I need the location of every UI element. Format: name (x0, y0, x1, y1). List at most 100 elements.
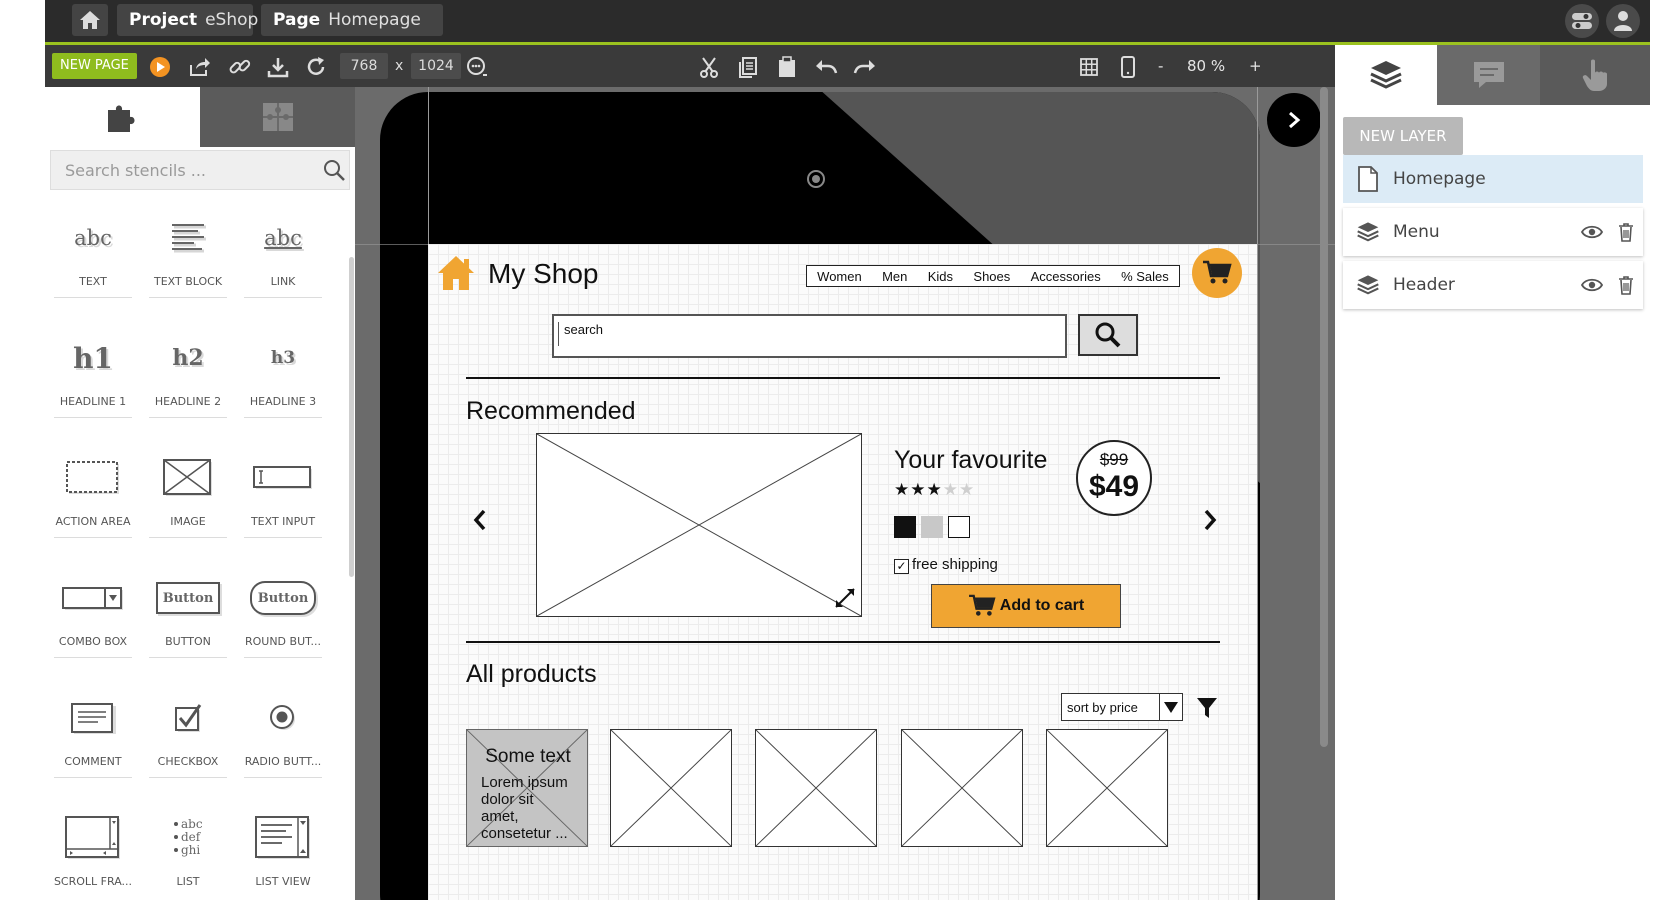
shop-search-button[interactable] (1078, 314, 1138, 356)
chevron-right-icon[interactable] (1202, 508, 1218, 532)
undo-button[interactable] (814, 55, 838, 79)
image-placeholder-lines (537, 434, 861, 616)
refresh-button[interactable] (304, 55, 328, 79)
stencil-round-button[interactable]: Button ROUND BUT... (240, 565, 326, 661)
tab-interactions[interactable] (1540, 45, 1650, 105)
nav-shoes[interactable]: Shoes (973, 269, 1010, 284)
stencil-divider (149, 537, 227, 538)
zoom-in-button[interactable]: + (1249, 53, 1262, 79)
product-card[interactable] (1046, 729, 1168, 847)
stencil-comment[interactable]: COMMENT (50, 685, 136, 781)
stencil-headline-1[interactable]: h1 HEADLINE 1 (50, 325, 136, 421)
nav-women[interactable]: Women (817, 269, 862, 284)
share-button[interactable] (188, 55, 212, 79)
new-layer-button[interactable]: NEW LAYER (1343, 117, 1463, 155)
layer-homepage[interactable]: Homepage (1343, 155, 1643, 203)
stencil-text[interactable]: abc TEXT (50, 205, 136, 301)
stencil-list-view[interactable]: LIST VIEW (240, 805, 326, 900)
comment-stencil-icon (71, 703, 116, 734)
shop-title: My Shop (488, 258, 599, 289)
paste-button[interactable] (775, 55, 799, 79)
nav-kids[interactable]: Kids (928, 269, 953, 284)
layer-header[interactable]: Header (1343, 261, 1643, 309)
download-button[interactable] (266, 55, 290, 79)
page-selector[interactable]: Page Homepage (261, 4, 443, 36)
project-name: eShop (205, 10, 259, 30)
product-card[interactable] (755, 729, 877, 847)
color-swatch-black[interactable] (894, 516, 916, 538)
canvas-scrollbar[interactable] (1320, 87, 1328, 747)
user-account-button[interactable] (1606, 4, 1640, 38)
height-input[interactable]: 1024 (411, 53, 461, 79)
redo-button[interactable] (853, 55, 877, 79)
stencil-search-input[interactable] (51, 159, 312, 181)
eye-icon[interactable] (1575, 225, 1609, 239)
filter-icon[interactable] (1196, 696, 1218, 720)
new-page-button[interactable]: NEW PAGE (52, 53, 137, 79)
cart-button[interactable] (1192, 248, 1242, 298)
product-rating: ★★★★★ (894, 480, 975, 500)
product-card[interactable] (901, 729, 1023, 847)
trash-icon[interactable] (1609, 275, 1643, 295)
toggle-icon (1572, 13, 1592, 29)
stencil-label: SCROLL FRA... (53, 875, 133, 888)
preview-button[interactable] (148, 55, 172, 79)
width-input[interactable]: 768 (340, 53, 388, 79)
sort-select-value: sort by price (1067, 700, 1138, 715)
tab-comments[interactable] (1437, 45, 1540, 105)
stencil-button[interactable]: Button BUTTON (145, 565, 231, 661)
device-orientation-button[interactable] (1116, 55, 1140, 79)
stencil-headline-3[interactable]: h3 HEADLINE 3 (240, 325, 326, 421)
top-bar: Project eShop Page Homepage (45, 0, 1650, 45)
eye-icon[interactable] (1575, 278, 1609, 292)
toggle-view-button[interactable] (1565, 4, 1599, 38)
stencil-text-block[interactable]: TEXT BLOCK (145, 205, 231, 301)
stencil-label: LIST VIEW (255, 875, 311, 888)
expand-icon[interactable] (833, 586, 857, 610)
zoom-out-button[interactable]: - (1158, 53, 1163, 79)
nav-men[interactable]: Men (882, 269, 907, 284)
stencil-label: TEXT (79, 275, 107, 288)
chevron-left-icon[interactable] (472, 508, 488, 532)
tab-stencils[interactable] (45, 87, 200, 147)
color-swatch-grey[interactable] (921, 516, 943, 538)
product-card[interactable] (610, 729, 732, 847)
fit-button[interactable] (465, 55, 489, 79)
stencil-text-input[interactable]: TEXT INPUT (240, 445, 326, 541)
stencil-image[interactable]: IMAGE (145, 445, 231, 541)
stencil-combo-box[interactable]: COMBO BOX (50, 565, 136, 661)
free-shipping-checkbox[interactable]: ✓ free shipping (894, 556, 998, 574)
stencil-radio-button-glyph (240, 693, 326, 743)
stencil-list[interactable]: abc def ghi LIST (145, 805, 231, 900)
stencil-headline-2[interactable]: h2 HEADLINE 2 (145, 325, 231, 421)
sort-select[interactable]: sort by price (1061, 693, 1183, 721)
trash-icon[interactable] (1609, 222, 1643, 242)
tab-custom-stencils[interactable] (200, 87, 355, 147)
zoom-level: 80 % (1187, 57, 1226, 75)
product-image-placeholder (536, 433, 862, 617)
tab-layers[interactable] (1335, 45, 1437, 105)
link-button[interactable] (228, 55, 252, 79)
grid-toggle-button[interactable] (1077, 55, 1101, 79)
triangle-down-icon (1164, 702, 1178, 713)
project-breadcrumb[interactable]: Project eShop (117, 4, 258, 36)
layer-menu[interactable]: Menu (1343, 208, 1643, 256)
copy-button[interactable] (736, 55, 760, 79)
color-swatch-white[interactable] (948, 516, 970, 538)
add-to-cart-button[interactable]: Add to cart (931, 584, 1121, 628)
shop-search-input[interactable]: search (552, 314, 1067, 358)
home-icon[interactable] (436, 254, 476, 292)
stencil-radio-button[interactable]: RADIO BUTT... (240, 685, 326, 781)
nav-sales[interactable]: % Sales (1121, 269, 1169, 284)
stencil-link[interactable]: abc LINK (240, 205, 326, 301)
stencil-checkbox[interactable]: CHECKBOX (145, 685, 231, 781)
stencil-scroll-frame[interactable]: SCROLL FRA... (50, 805, 136, 900)
product-card[interactable]: Some text Lorem ipsum dolor sit amet, co… (466, 729, 588, 847)
nav-accessories[interactable]: Accessories (1031, 269, 1101, 284)
stencil-action-area[interactable]: ACTION AREA (50, 445, 136, 541)
home-button[interactable] (72, 4, 108, 36)
stencil-scrollbar[interactable] (349, 257, 354, 577)
search-icon[interactable] (322, 158, 346, 182)
collapse-panel-button[interactable] (1267, 93, 1321, 147)
cut-button[interactable] (697, 55, 721, 79)
